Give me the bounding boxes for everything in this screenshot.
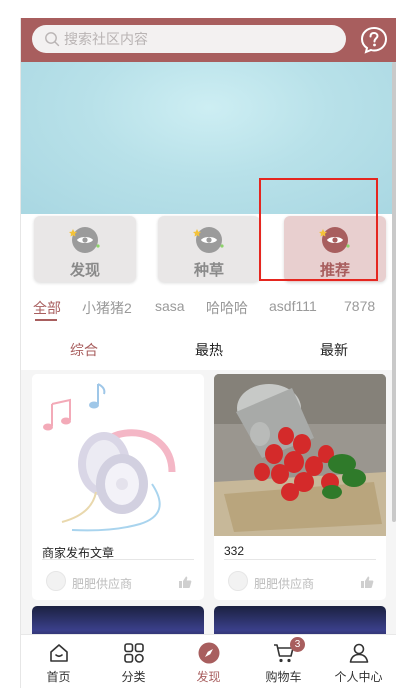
tab-profile[interactable]: 个人中心 bbox=[321, 635, 396, 688]
category-label: 发现 bbox=[69, 262, 100, 279]
post-author: 肥肥供应商 bbox=[254, 577, 315, 591]
category-discover[interactable]: 发现 bbox=[34, 216, 136, 282]
eye-icon bbox=[193, 227, 224, 253]
compass-icon bbox=[198, 642, 219, 664]
sort-tabs: 综合 最热 最新 bbox=[21, 330, 396, 370]
tag-item[interactable]: 7878 bbox=[344, 298, 375, 314]
category-label: 种草 bbox=[193, 262, 224, 279]
sort-hottest[interactable]: 最热 bbox=[195, 340, 223, 360]
tab-home[interactable]: 首页 bbox=[21, 635, 96, 688]
divider bbox=[42, 559, 194, 560]
post-card[interactable]: 332 肥肥供应商 bbox=[214, 374, 386, 600]
tag-item[interactable]: 小猪猪2 bbox=[82, 298, 132, 318]
tag-item[interactable]: asdf111 bbox=[269, 298, 317, 314]
help-icon[interactable] bbox=[359, 25, 389, 55]
thumbs-up-icon[interactable] bbox=[178, 575, 192, 589]
tag-tabs: 全部 小猪猪2 sasa 哈哈哈 asdf111 7878 bbox=[21, 294, 396, 330]
tab-label: 首页 bbox=[46, 670, 71, 684]
divider bbox=[224, 559, 376, 560]
tag-item[interactable]: sasa bbox=[155, 298, 185, 314]
thumbs-up-icon[interactable] bbox=[360, 575, 374, 589]
active-tag-underline bbox=[35, 319, 57, 321]
highlight-box bbox=[259, 178, 378, 281]
tab-label: 个人中心 bbox=[334, 670, 383, 684]
tab-label: 分类 bbox=[121, 670, 146, 684]
top-bar: 搜索社区内容 bbox=[21, 18, 396, 62]
sort-comprehensive[interactable]: 综合 bbox=[70, 340, 98, 360]
tab-discover[interactable]: 发现 bbox=[171, 635, 246, 688]
post-card[interactable]: 商家发布文章 肥肥供应商 bbox=[32, 374, 204, 600]
category-grass[interactable]: 种草 bbox=[158, 216, 260, 282]
avatar bbox=[228, 571, 248, 591]
avatar bbox=[46, 571, 66, 591]
tab-label: 发现 bbox=[196, 670, 221, 684]
grid-icon bbox=[123, 643, 144, 663]
post-feed: 商家发布文章 肥肥供应商 332 肥肥供应商 bbox=[21, 370, 396, 640]
home-icon bbox=[49, 644, 68, 662]
search-input[interactable]: 搜索社区内容 bbox=[32, 25, 346, 53]
app-screen: 搜索社区内容 发现 种草 推荐 全部 小猪猪2 sasa 哈哈哈 asdf111… bbox=[20, 18, 396, 688]
search-icon bbox=[45, 32, 60, 47]
post-image bbox=[214, 374, 386, 536]
bottom-tab-bar: 首页 分类 发现 3 购物车 个人中心 bbox=[21, 634, 396, 688]
tab-category[interactable]: 分类 bbox=[96, 635, 171, 688]
tag-item[interactable]: 哈哈哈 bbox=[206, 298, 248, 318]
search-placeholder: 搜索社区内容 bbox=[64, 31, 148, 47]
tab-label: 购物车 bbox=[265, 670, 302, 684]
scrollbar[interactable] bbox=[392, 62, 396, 522]
tab-cart[interactable]: 3 购物车 bbox=[246, 635, 321, 688]
strawberries-photo bbox=[214, 374, 386, 536]
post-image bbox=[32, 374, 204, 536]
eye-icon bbox=[69, 227, 100, 253]
user-icon bbox=[349, 643, 368, 663]
cart-badge: 3 bbox=[290, 637, 305, 652]
post-title: 332 bbox=[224, 544, 245, 558]
headphones-illustration bbox=[43, 383, 176, 532]
post-author: 肥肥供应商 bbox=[72, 577, 133, 591]
tag-all[interactable]: 全部 bbox=[33, 298, 61, 318]
sort-newest[interactable]: 最新 bbox=[320, 340, 348, 360]
